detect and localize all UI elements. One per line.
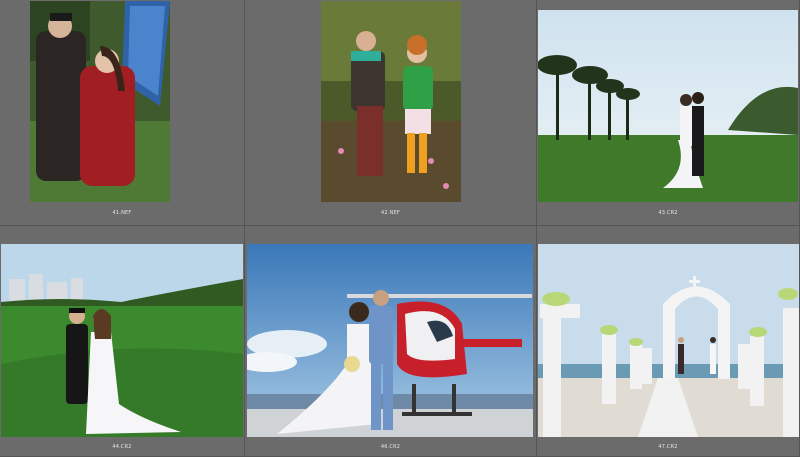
photo-thumbnail[interactable] (538, 10, 798, 202)
thumbnail-filename: 42.NEF (381, 210, 400, 216)
photo-thumbnail[interactable] (247, 244, 533, 437)
thumbnail-cell-44[interactable]: 44.CR2 (0, 226, 245, 457)
thumbnail-cell-46[interactable]: 46.CR2 (245, 226, 537, 457)
thumbnail-filename: 44.CR2 (112, 444, 132, 450)
thumbnail-cell-47[interactable]: 47.CR2 (537, 226, 800, 457)
thumbnail-cell-42[interactable]: 42.NEF (245, 0, 537, 226)
thumbnail-filename: 43.CR2 (658, 210, 678, 216)
thumbnail-filename: 41.NEF (112, 210, 132, 216)
thumbnail-grid: 41.NEF 42.NEF 43.CR2 44.CR2 46.CR2 47.CR… (0, 0, 800, 457)
photo-thumbnail[interactable] (30, 1, 170, 202)
thumbnail-filename: 47.CR2 (658, 444, 678, 450)
thumbnail-filename: 46.CR2 (380, 444, 401, 450)
photo-thumbnail[interactable] (538, 244, 799, 437)
thumbnail-cell-41[interactable]: 41.NEF (0, 0, 245, 226)
photo-thumbnail[interactable] (321, 1, 461, 202)
photo-thumbnail[interactable] (1, 244, 243, 437)
thumbnail-cell-43[interactable]: 43.CR2 (537, 0, 800, 226)
